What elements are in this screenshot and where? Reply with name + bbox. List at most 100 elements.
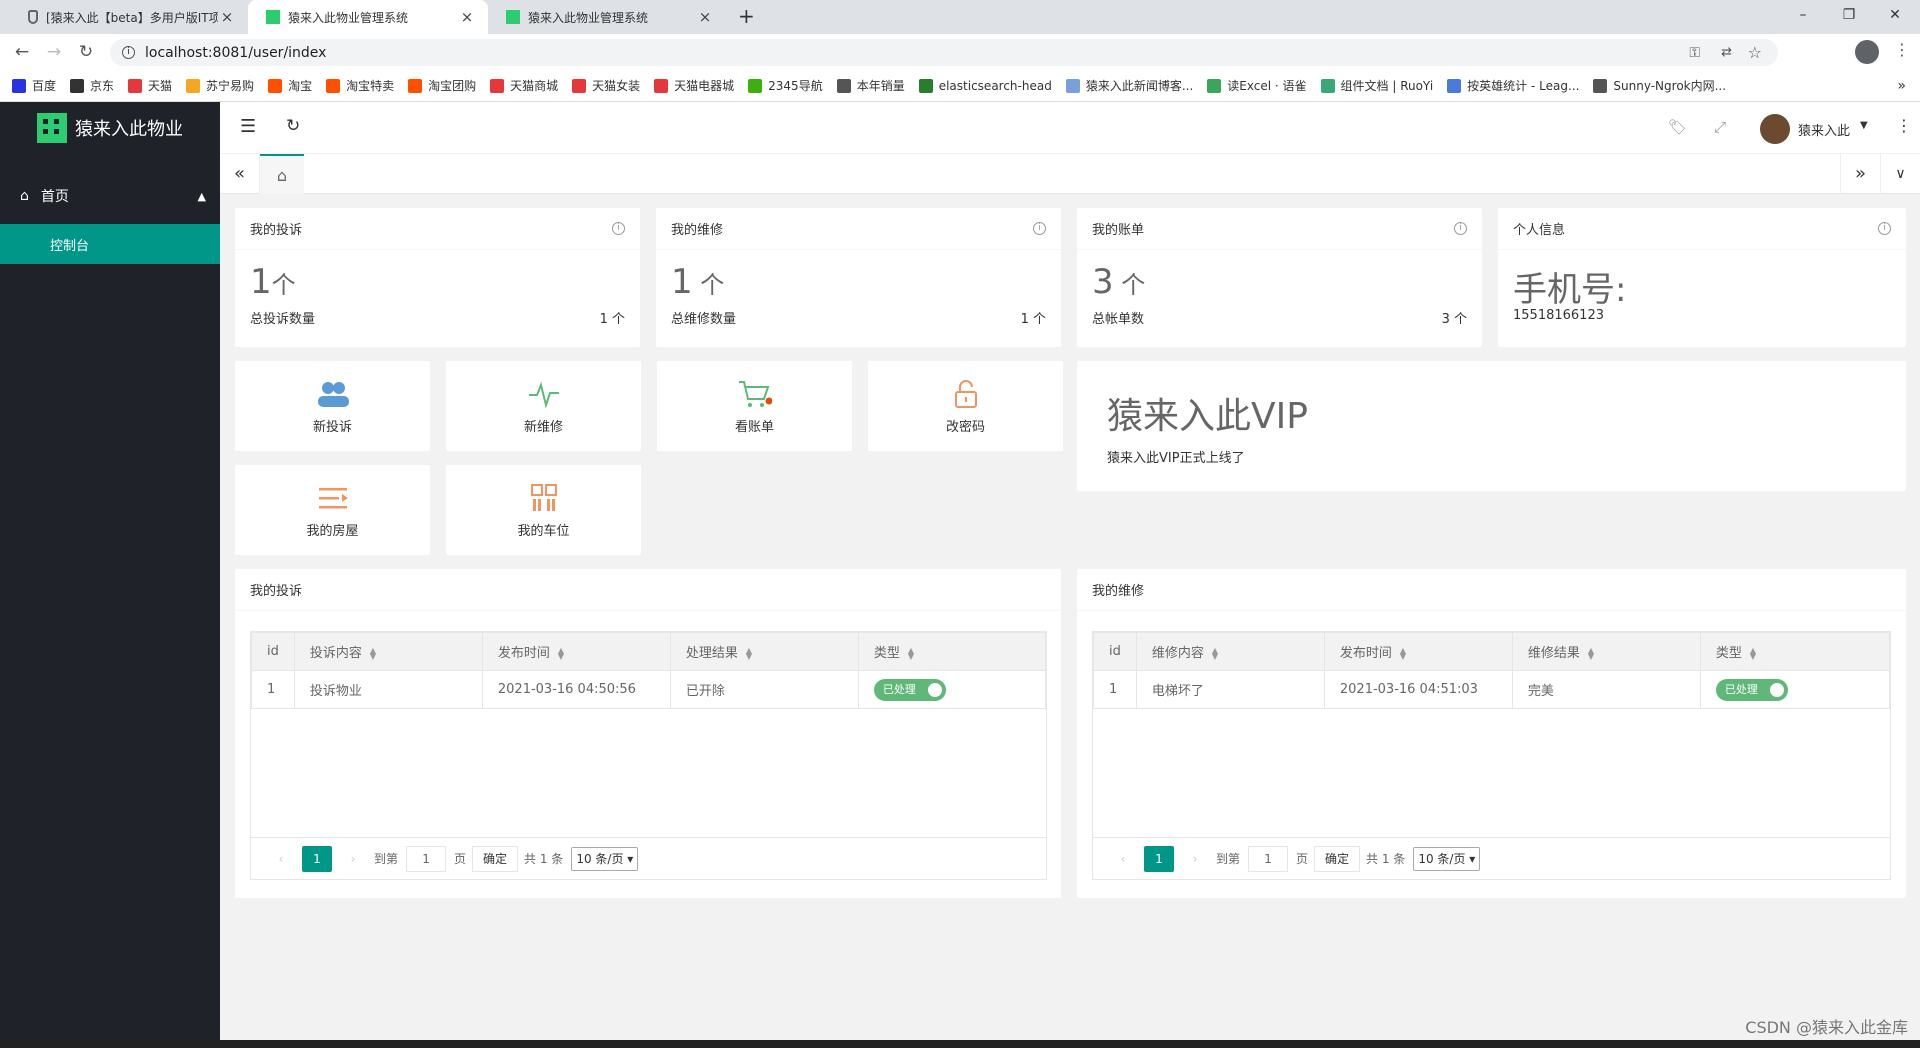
bookmark-item[interactable]: 本年销量	[836, 77, 905, 94]
column-header[interactable]: 发布时间 ▲ ▼	[481, 632, 671, 671]
next-page-icon[interactable]: ›	[1180, 846, 1210, 872]
avatar[interactable]	[1760, 114, 1790, 144]
menu-dots-icon[interactable]: ⋮	[1894, 40, 1910, 59]
new-tab-button[interactable]: +	[738, 4, 755, 28]
star-icon[interactable]: ☆	[1748, 43, 1762, 62]
shortcut-new-complaint[interactable]: 新投诉	[235, 361, 430, 451]
fullscreen-icon[interactable]: ⤢	[1714, 118, 1726, 136]
bookmark-item[interactable]: 猿来入此新闻博客...	[1065, 77, 1193, 94]
bookmark-item[interactable]: 按英雄统计 - Leag...	[1447, 77, 1579, 94]
bookmark-item[interactable]: 苏宁易购	[186, 77, 254, 94]
bookmark-item[interactable]: 2345导航	[748, 77, 823, 94]
sort-icon[interactable]: ▲ ▼	[746, 646, 752, 660]
profile-icon[interactable]	[1855, 40, 1879, 64]
column-header[interactable]: 维修结果 ▲ ▼	[1511, 632, 1701, 671]
bookmark-item[interactable]: 天猫商城	[490, 77, 558, 94]
bookmark-item[interactable]: elasticsearch-head	[918, 78, 1052, 93]
bookmark-item[interactable]: 淘宝	[268, 77, 312, 94]
close-icon[interactable]: ×	[696, 8, 714, 26]
sort-icon[interactable]: ▲ ▼	[558, 646, 564, 660]
confirm-button[interactable]: 确定	[1314, 845, 1361, 872]
nav-item-home[interactable]: ⌂ 首页 ▲	[0, 168, 220, 224]
column-header[interactable]: 维修内容 ▲ ▼	[1135, 632, 1325, 671]
shortcut-change-password[interactable]: 改密码	[868, 361, 1063, 451]
list-icon	[318, 488, 348, 509]
confirm-button[interactable]: 确定	[472, 845, 519, 872]
bookmark-item[interactable]: 组件文档 | RuoYi	[1320, 77, 1433, 94]
sort-icon[interactable]: ▲ ▼	[1212, 646, 1218, 660]
info-icon[interactable]: i	[1033, 222, 1046, 235]
sort-icon[interactable]: ▲ ▼	[1400, 646, 1406, 660]
tabs-right-icon[interactable]: »	[1840, 154, 1880, 194]
page-number[interactable]: 1	[302, 845, 332, 872]
bookmark-item[interactable]: 天猫女装	[572, 77, 640, 94]
close-window-button[interactable]: ✕	[1872, 0, 1918, 30]
browser-tab-2[interactable]: 猿来入此物业管理系统 ×	[248, 0, 488, 34]
sort-icon[interactable]: ▲ ▼	[1588, 646, 1594, 660]
bookmark-item[interactable]: Sunny-Ngrok内网...	[1593, 77, 1726, 94]
tab-home[interactable]: ⌂	[260, 154, 304, 194]
refresh-icon[interactable]: ↻	[286, 116, 300, 136]
nav-item-console[interactable]: 控制台	[0, 224, 220, 264]
card-title: 我的账单	[1092, 223, 1145, 238]
info-icon[interactable]: i	[1878, 222, 1891, 235]
page-size-select[interactable]: 10 条/页 ▾	[1413, 846, 1481, 871]
bookmark-item[interactable]: 淘宝团购	[408, 77, 476, 94]
page-input[interactable]: 1	[406, 845, 447, 872]
info-icon[interactable]: i	[1454, 222, 1467, 235]
bookmark-item[interactable]: 京东	[70, 77, 114, 94]
shortcut-my-house[interactable]: 我的房屋	[235, 465, 430, 555]
column-header[interactable]: 发布时间 ▲ ▼	[1323, 632, 1513, 671]
restore-button[interactable]: ❐	[1826, 0, 1872, 30]
page-size-select[interactable]: 10 条/页 ▾	[571, 846, 639, 871]
user-name[interactable]: 猿来入此	[1798, 120, 1850, 139]
next-page-icon[interactable]: ›	[338, 846, 368, 872]
bookmark-item[interactable]: 天猫	[128, 77, 172, 94]
forward-icon[interactable]: →	[38, 42, 70, 62]
close-icon[interactable]: ×	[218, 8, 236, 26]
page-number[interactable]: 1	[1144, 845, 1174, 872]
bookmarks-overflow-icon[interactable]: »	[1897, 78, 1906, 94]
caret-down-icon[interactable]: ▼	[1860, 120, 1868, 131]
shortcut-my-parking[interactable]: 我的车位	[446, 465, 641, 555]
column-header[interactable]: 投诉内容 ▲ ▼	[293, 632, 483, 671]
menu-toggle-icon[interactable]: ☰	[240, 116, 256, 137]
info-icon[interactable]: i	[612, 222, 625, 235]
bookmark-icon	[1207, 78, 1222, 93]
browser-tab-3[interactable]: 猿来入此物业管理系统 ×	[488, 0, 726, 34]
sort-icon[interactable]: ▲ ▼	[370, 646, 376, 660]
bookmark-item[interactable]: 百度	[12, 77, 56, 94]
reload-icon[interactable]: ↻	[70, 42, 102, 62]
sort-icon[interactable]: ▲ ▼	[908, 646, 914, 660]
tabs-left-icon[interactable]: «	[220, 154, 260, 194]
column-header[interactable]: 类型 ▲ ▼	[857, 632, 1047, 671]
back-icon[interactable]: ←	[6, 42, 38, 62]
browser-tab-1[interactable]: [猿来入此【beta】多用户版IT项 ×	[10, 0, 248, 34]
prev-page-icon[interactable]: ‹	[266, 846, 296, 872]
prev-page-icon[interactable]: ‹	[1108, 846, 1138, 872]
column-header[interactable]: 类型 ▲ ▼	[1699, 632, 1891, 671]
logo[interactable]: 猿来入此物业	[0, 102, 220, 154]
status-toggle[interactable]: 已处理	[1715, 678, 1788, 701]
pagination: ‹ 1 › 到第 1 页 确定 共 1 条 10 条/页 ▾	[1093, 837, 1890, 879]
bookmark-item[interactable]: 天猫电器城	[654, 77, 734, 94]
bookmark-icon	[654, 78, 669, 93]
shortcut-view-bills[interactable]: 看账单	[657, 361, 852, 451]
page-input[interactable]: 1	[1248, 845, 1289, 872]
status-toggle[interactable]: 已处理	[873, 678, 946, 701]
sort-icon[interactable]: ▲ ▼	[1750, 646, 1756, 660]
tabs-menu-icon[interactable]: ∨	[1880, 154, 1920, 194]
info-icon[interactable]: i	[122, 46, 135, 59]
key-icon[interactable]: ⚿	[1689, 45, 1700, 61]
shortcut-new-repair[interactable]: 新维修	[446, 361, 641, 451]
tag-icon[interactable]: 🏷	[1668, 118, 1687, 136]
column-header[interactable]: 处理结果 ▲ ▼	[669, 632, 859, 671]
more-icon[interactable]: ⋮	[1896, 116, 1912, 135]
url-field[interactable]: i localhost:8081/user/index ⚿ ⇄ ☆	[110, 39, 1778, 66]
translate-icon[interactable]: ⇄	[1721, 45, 1732, 60]
bookmark-item[interactable]: 读Excel · 语雀	[1207, 77, 1307, 94]
close-icon[interactable]: ×	[458, 8, 476, 26]
bookmark-item[interactable]: 淘宝特卖	[326, 77, 394, 94]
stat-card-complaints: 我的投诉 i 1个 总投诉数量 1 个	[235, 208, 640, 347]
minimize-button[interactable]: –	[1780, 0, 1826, 30]
